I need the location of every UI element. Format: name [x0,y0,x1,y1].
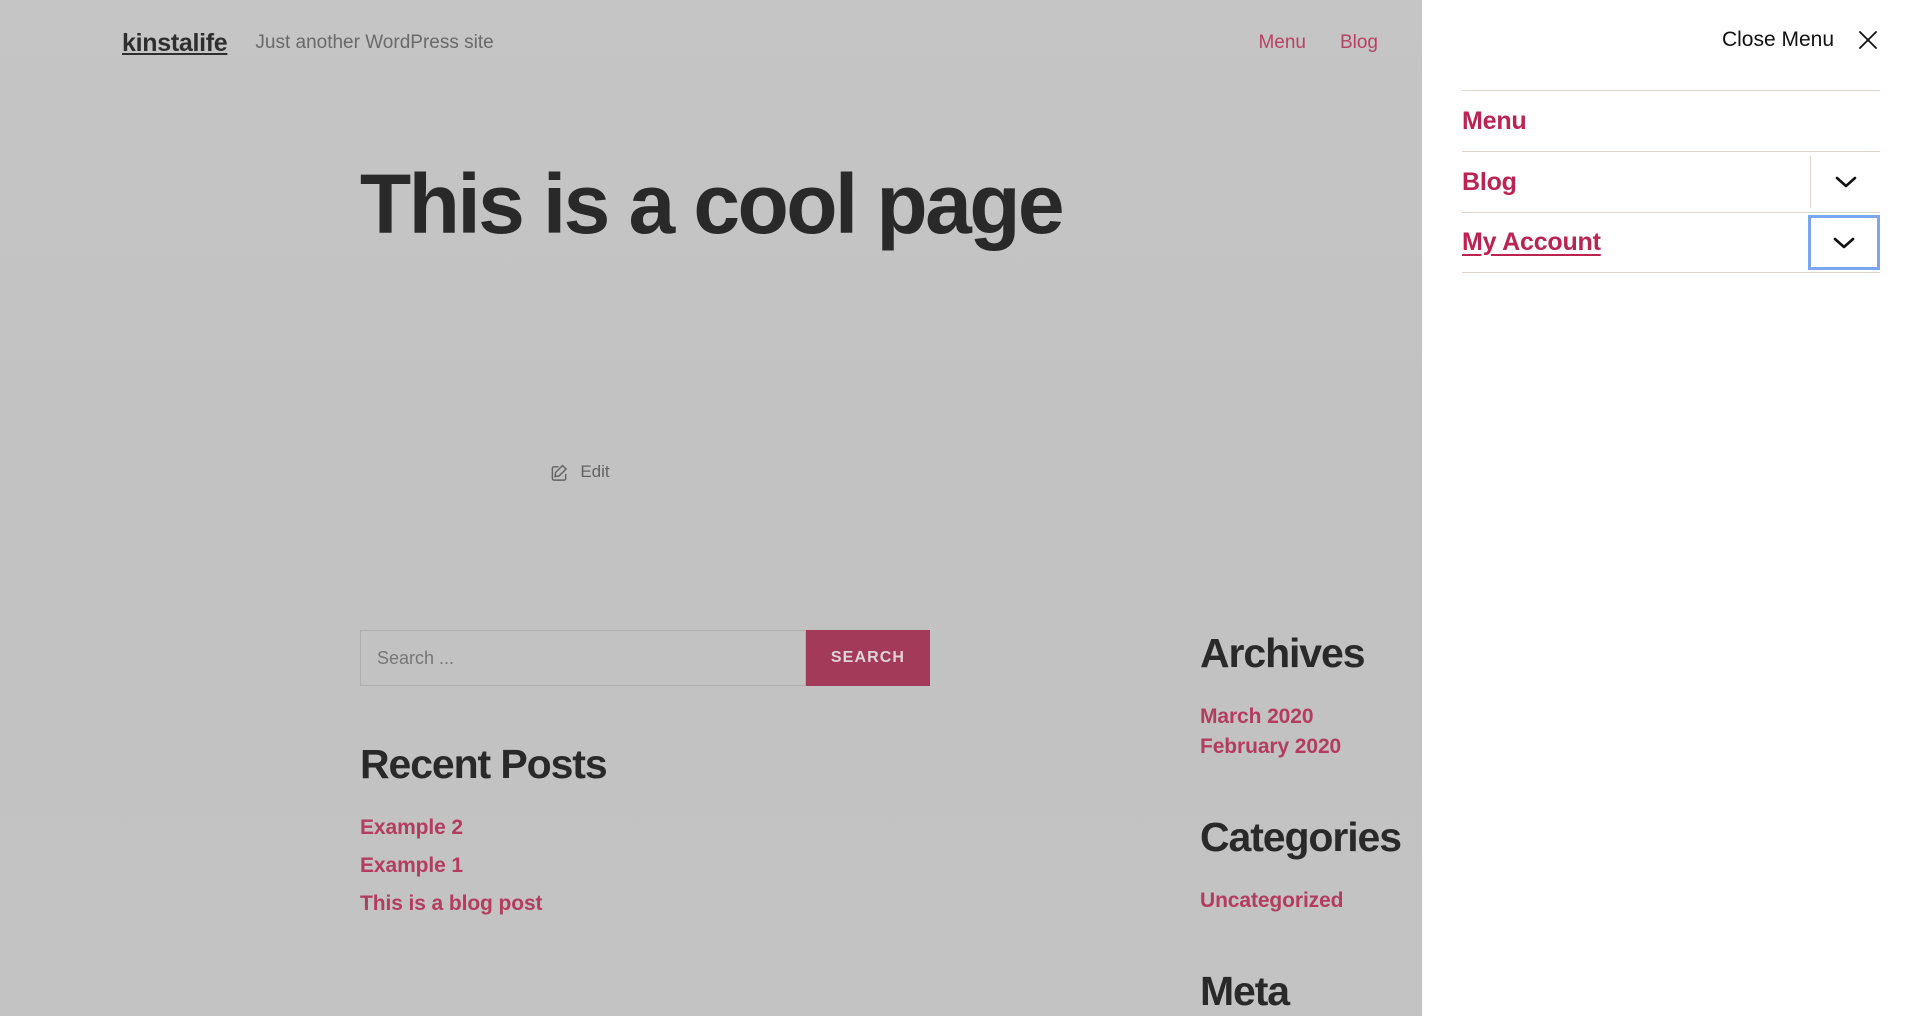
list-item: This is a blog post [360,892,930,916]
header-nav-item-blog[interactable]: Blog [1340,32,1378,54]
page-title: This is a cool page [359,157,1065,251]
menu-link-menu[interactable]: Menu [1462,91,1527,151]
menu-row-spacer [1810,91,1880,151]
search-input[interactable] [360,630,806,686]
site-header: kinstalife Just another WordPress site M… [0,0,1422,86]
search-button[interactable]: SEARCH [806,630,930,686]
recent-posts-title: Recent Posts [360,741,608,787]
archives-list: March 2020 February 2020 [1200,705,1420,759]
site-tagline: Just another WordPress site [255,32,494,53]
archive-link-march-2020[interactable]: March 2020 [1200,705,1314,728]
site-title[interactable]: kinstalife [122,29,228,58]
archives-title: Archives [1200,630,1366,676]
list-item: Example 2 [360,816,930,840]
list-item: Uncategorized [1200,889,1420,913]
header-navigation: Menu Blog [1258,32,1382,54]
category-link-uncategorized[interactable]: Uncategorized [1200,889,1344,912]
widget-area: SEARCH Recent Posts Example 2 Example 1 … [360,630,1420,1015]
menu-item-row-blog: Blog [1462,151,1880,212]
menu-link-blog[interactable]: Blog [1462,152,1517,212]
meta-title: Meta [1200,968,1290,1014]
menu-panel: Close Menu Menu Blog My Account [1422,0,1920,1016]
chevron-down-icon [1833,236,1855,250]
archive-link-february-2020[interactable]: February 2020 [1200,735,1341,758]
menu-item-row-my-account: My Account [1462,212,1880,273]
menu-link-my-account[interactable]: My Account [1462,213,1601,272]
edit-link-label: Edit [580,462,610,481]
list-item: February 2020 [1200,735,1420,759]
menu-panel-header: Close Menu [1462,0,1880,80]
recent-post-link-blog-post[interactable]: This is a blog post [360,892,543,915]
categories-list: Uncategorized [1200,889,1420,913]
submenu-toggle-blog[interactable] [1810,156,1880,208]
list-item: Example 1 [360,854,930,878]
menu-panel-navigation: Menu Blog My Account [1462,90,1880,273]
categories-title: Categories [1200,814,1402,860]
recent-post-link-example-2[interactable]: Example 2 [360,816,463,839]
chevron-down-icon [1835,175,1857,189]
widget-column-right: Archives March 2020 February 2020 Catego… [1200,630,1420,1015]
edit-row: Edit [0,462,1422,482]
recent-posts-list: Example 2 Example 1 This is a blog post [360,816,930,916]
close-menu-label[interactable]: Close Menu [1722,28,1834,52]
submenu-toggle-my-account[interactable] [1808,215,1880,270]
widget-column-left: SEARCH Recent Posts Example 2 Example 1 … [360,630,930,1015]
recent-post-link-example-1[interactable]: Example 1 [360,854,463,877]
close-x-icon[interactable] [1856,28,1880,52]
edit-link[interactable]: Edit [550,462,610,482]
pencil-square-icon [550,463,569,482]
menu-item-row-menu: Menu [1462,90,1880,151]
search-form: SEARCH [360,630,930,686]
header-nav-item-menu[interactable]: Menu [1258,32,1306,54]
list-item: March 2020 [1200,705,1420,729]
hero-section: This is a cool page [0,157,1422,251]
